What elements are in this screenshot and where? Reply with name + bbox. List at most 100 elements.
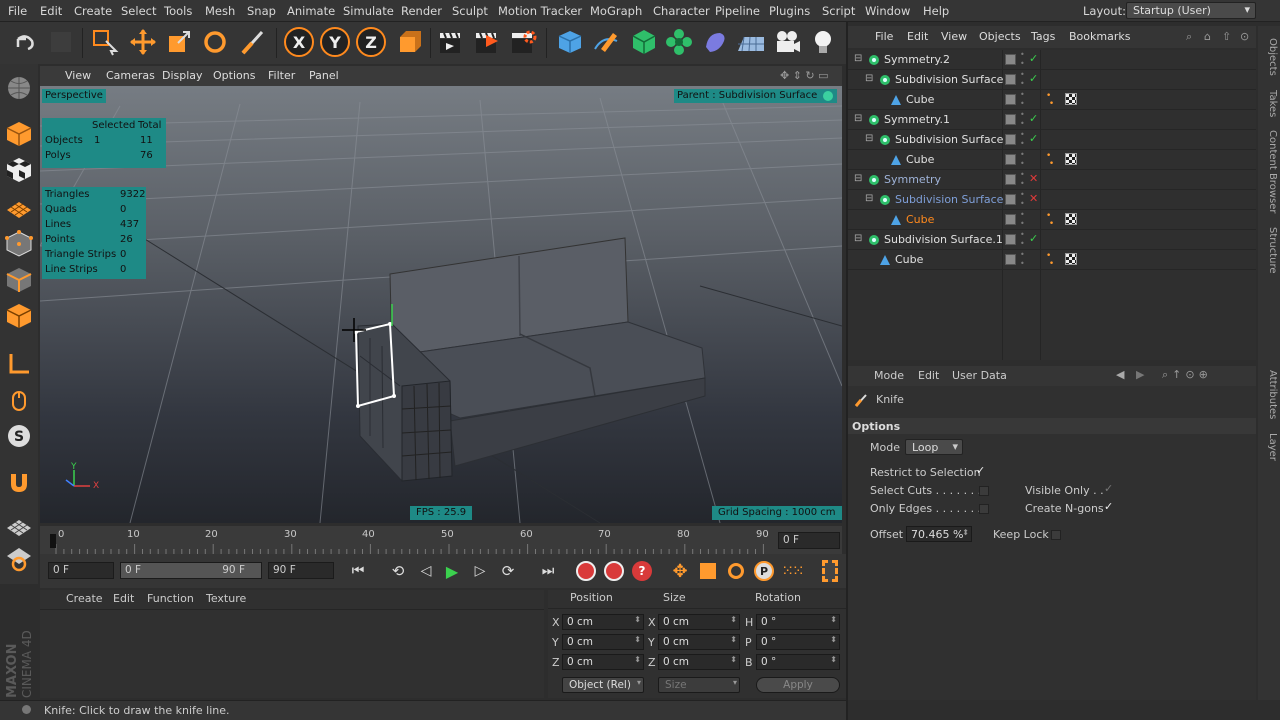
om-menu-tags[interactable]: Tags <box>1031 30 1055 43</box>
object-row[interactable]: Cube • • • • <box>848 90 1256 110</box>
scale-tool-button[interactable] <box>162 25 196 59</box>
layout-dropdown[interactable]: Startup (User) ▾ <box>1126 2 1256 19</box>
object-name[interactable]: Cube <box>895 253 923 266</box>
object-name[interactable]: Symmetry <box>884 173 941 186</box>
menu-simulate[interactable]: Simulate <box>343 4 394 18</box>
add-generator-button[interactable] <box>627 25 661 59</box>
select-cuts-checkbox[interactable] <box>979 486 989 496</box>
viewport-menu-display[interactable]: Display <box>162 69 203 82</box>
object-row[interactable]: Cube • • • • <box>848 210 1256 230</box>
add-cube-button[interactable] <box>553 25 587 59</box>
add-camera-button[interactable] <box>770 25 804 59</box>
object-row[interactable]: ⊟ Symmetry • • ✕ <box>848 170 1256 190</box>
knife-tool-button[interactable] <box>236 25 270 59</box>
viewport-menu-options[interactable]: Options <box>213 69 255 82</box>
rotation-h-field[interactable]: 0 ° ⬍ <box>756 614 840 630</box>
menu-help[interactable]: Help <box>923 4 949 18</box>
layer-swatch[interactable] <box>1005 234 1016 245</box>
nav-up-icon[interactable]: ⇧ <box>1222 30 1231 43</box>
go-to-start-button[interactable]: ⏮ <box>346 559 370 583</box>
object-name[interactable]: Subdivision Surface.1 <box>884 233 1003 246</box>
object-row[interactable]: Cube • • • • <box>848 250 1256 270</box>
move-tool-button[interactable] <box>126 25 160 59</box>
visibility-dots[interactable]: • • <box>1020 190 1025 208</box>
previous-key-button[interactable]: ⟲ <box>386 559 410 583</box>
menu-mesh[interactable]: Mesh <box>205 4 235 18</box>
phong-tag-icon[interactable]: • • <box>1046 92 1054 109</box>
keyframe-selection-button[interactable]: ? <box>630 559 654 583</box>
menu-select[interactable]: Select <box>121 4 156 18</box>
viewport-menu-cameras[interactable]: Cameras <box>106 69 155 82</box>
mode-dropdown[interactable]: Loop ▾ <box>905 439 963 455</box>
layer-swatch[interactable] <box>1005 114 1016 125</box>
visibility-dots[interactable]: • • <box>1020 50 1025 68</box>
menu-edit[interactable]: Edit <box>40 4 62 18</box>
object-name[interactable]: Subdivision Surface <box>895 193 1003 206</box>
snapping-button[interactable] <box>3 466 35 498</box>
model-mode-button[interactable] <box>3 118 35 150</box>
tab-objects[interactable]: Objects <box>1260 32 1278 82</box>
next-key-button[interactable]: ⟳ <box>496 559 520 583</box>
attr-menu-mode[interactable]: Mode <box>874 369 904 382</box>
coordinate-system-button[interactable] <box>392 25 426 59</box>
texture-tag-icon[interactable] <box>1065 93 1077 105</box>
visibility-dots[interactable]: • • <box>1020 70 1025 88</box>
expand-toggle-icon[interactable]: ⊟ <box>865 133 873 144</box>
home-icon[interactable]: ⌂ <box>1204 30 1211 43</box>
coordinate-mode-dropdown[interactable]: Object (Rel) ▾ <box>562 677 644 693</box>
enabled-check-icon[interactable]: ✓ <box>1029 112 1038 125</box>
expand-toggle-icon[interactable]: ⊟ <box>854 173 862 184</box>
timeline-window-button[interactable] <box>818 559 842 583</box>
render-view-button[interactable] <box>434 25 468 59</box>
viewport-menu-panel[interactable]: Panel <box>309 69 339 82</box>
om-menu-view[interactable]: View <box>941 30 967 43</box>
rotation-p-field[interactable]: 0 ° ⬍ <box>756 634 840 650</box>
object-row[interactable]: Cube • • • • <box>848 150 1256 170</box>
tab-content-browser[interactable]: Content Browser <box>1260 126 1278 218</box>
enabled-check-icon[interactable]: ✓ <box>1029 132 1038 145</box>
enabled-check-icon[interactable]: ✓ <box>1029 232 1038 245</box>
object-row[interactable]: ⊟ Subdivision Surface • • ✓ <box>848 130 1256 150</box>
viewport-nav-icons[interactable]: ✥ ⇕ ↻ ▭ <box>780 69 829 82</box>
key-scale-button[interactable] <box>696 559 720 583</box>
object-name[interactable]: Cube <box>906 153 934 166</box>
visibility-dots[interactable]: • • <box>1020 170 1025 188</box>
playhead[interactable] <box>50 534 56 548</box>
visibility-dots[interactable]: • • <box>1020 250 1025 268</box>
lock-x-button[interactable]: X <box>282 25 316 59</box>
menu-create[interactable]: Create <box>74 4 112 18</box>
make-editable-button[interactable] <box>3 72 35 104</box>
layer-swatch[interactable] <box>1005 214 1016 225</box>
rotation-b-field[interactable]: 0 ° ⬍ <box>756 654 840 670</box>
position-y-field[interactable]: 0 cm ⬍ <box>562 634 644 650</box>
layer-swatch[interactable] <box>1005 254 1016 265</box>
polygons-mode-button[interactable] <box>3 300 35 332</box>
om-menu-bookmarks[interactable]: Bookmarks <box>1069 30 1130 43</box>
frame-range-slider[interactable]: 0 F 90 F <box>120 562 262 579</box>
camera-label[interactable]: Perspective <box>42 89 106 103</box>
enabled-check-icon[interactable]: ✓ <box>1029 52 1038 65</box>
material-menu-texture[interactable]: Texture <box>206 592 246 605</box>
material-manager[interactable]: Create Edit Function Texture <box>40 590 544 698</box>
layer-swatch[interactable] <box>1005 74 1016 85</box>
visible-only-checkbox[interactable]: ✓ <box>1104 482 1113 495</box>
render-settings-button[interactable] <box>506 25 540 59</box>
autokeying-button[interactable] <box>602 559 626 583</box>
object-row[interactable]: ⊟ Symmetry.1 • • ✓ <box>848 110 1256 130</box>
viewport-menu-filter[interactable]: Filter <box>268 69 295 82</box>
om-menu-edit[interactable]: Edit <box>907 30 928 43</box>
object-name[interactable]: Cube <box>906 93 934 106</box>
add-spline-button[interactable] <box>589 25 623 59</box>
key-rotation-button[interactable] <box>724 559 748 583</box>
settings-icon[interactable]: ⊙ <box>1240 30 1249 43</box>
size-y-field[interactable]: 0 cm ⬍ <box>658 634 740 650</box>
phong-tag-icon[interactable]: • • <box>1046 252 1054 269</box>
position-z-field[interactable]: 0 cm ⬍ <box>562 654 644 670</box>
menu-plugins[interactable]: Plugins <box>769 4 810 18</box>
start-frame-field[interactable]: 0 F <box>48 562 114 579</box>
end-frame-field[interactable]: 90 F <box>268 562 334 579</box>
layer-swatch[interactable] <box>1005 134 1016 145</box>
material-menu-create[interactable]: Create <box>66 592 103 605</box>
create-ngons-checkbox[interactable]: ✓ <box>1104 500 1113 513</box>
key-point-level-button[interactable]: ⁙⁙ <box>780 559 804 583</box>
